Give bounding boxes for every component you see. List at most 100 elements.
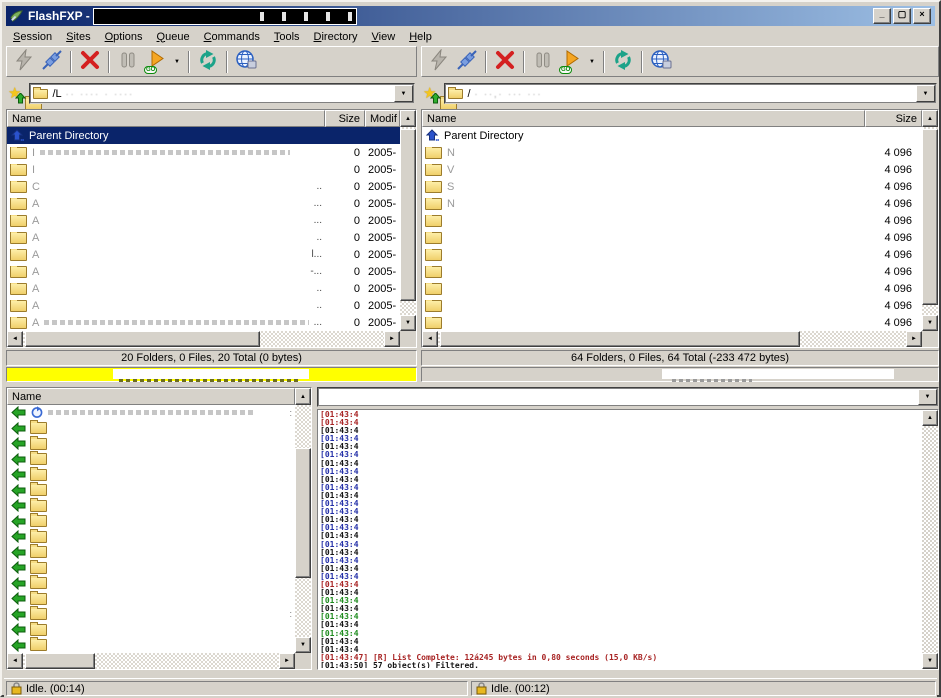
scroll-thumb[interactable] [922, 129, 938, 305]
close-button[interactable]: × [913, 8, 931, 24]
pause-button[interactable] [529, 49, 557, 75]
log-session-combobox[interactable]: ▼ [317, 387, 939, 407]
file-row[interactable]: A...02005- [7, 314, 400, 331]
scroll-thumb[interactable] [25, 331, 260, 347]
menu-options[interactable]: Options [98, 30, 150, 44]
scroll-down-button[interactable]: ▼ [400, 315, 416, 331]
transfer-go-button[interactable]: GO [557, 49, 585, 75]
menu-queue[interactable]: Queue [150, 30, 197, 44]
column-header-name[interactable]: Name [7, 110, 325, 127]
log-dropdown-button[interactable]: ▼ [918, 389, 937, 405]
file-row[interactable]: 4 096 [422, 246, 922, 263]
scroll-down-button[interactable]: ▼ [922, 653, 938, 669]
scroll-thumb[interactable] [400, 129, 416, 301]
scroll-right-button[interactable]: ► [384, 331, 400, 347]
file-row[interactable]: S4 096 [422, 178, 922, 195]
queue-row[interactable] [7, 483, 295, 499]
queue-row[interactable] [7, 560, 295, 576]
file-row[interactable]: A..02005- [7, 229, 400, 246]
file-row[interactable]: I02005- [7, 144, 400, 161]
file-row[interactable]: 4 096 [422, 229, 922, 246]
file-row[interactable]: 4 096 [422, 212, 922, 229]
path-combobox-left[interactable]: /L ·· ···· · ···· ▼ [29, 83, 415, 104]
menu-directory[interactable]: Directory [307, 30, 365, 44]
file-row[interactable]: A..02005- [7, 297, 400, 314]
file-row[interactable]: C..02005- [7, 178, 400, 195]
queue-row[interactable] [7, 545, 295, 561]
scroll-right-button[interactable]: ► [279, 653, 295, 669]
quick-connect-button[interactable] [453, 49, 481, 75]
menu-help[interactable]: Help [402, 30, 439, 44]
scroll-down-button[interactable]: ▼ [295, 637, 311, 653]
vertical-scrollbar[interactable]: ▲ ▼ [295, 388, 311, 653]
path-dropdown-button[interactable]: ▼ [394, 85, 413, 102]
horizontal-scrollbar[interactable]: ◄ ► [7, 331, 400, 347]
scroll-down-button[interactable]: ▼ [922, 315, 938, 331]
column-header-name[interactable]: Name [7, 388, 295, 405]
scroll-thumb[interactable] [440, 331, 800, 347]
scroll-left-button[interactable]: ◄ [7, 653, 23, 669]
queue-row[interactable] [7, 467, 295, 483]
queue-row[interactable] [7, 576, 295, 592]
connect-button[interactable] [10, 49, 38, 75]
scroll-left-button[interactable]: ◄ [422, 331, 438, 347]
pause-button[interactable] [114, 49, 142, 75]
file-row[interactable]: 4 096 [422, 280, 922, 297]
horizontal-scrollbar[interactable]: ◄ ► [422, 331, 922, 347]
file-row[interactable]: A..02005- [7, 280, 400, 297]
queue-row[interactable] [7, 498, 295, 514]
file-row[interactable]: 4 096 [422, 314, 922, 331]
column-header-name[interactable]: Name [422, 110, 865, 127]
abort-button[interactable] [76, 49, 104, 75]
menu-session[interactable]: Session [6, 30, 59, 44]
column-header-modified[interactable]: Modif [365, 110, 400, 127]
parent-directory-row[interactable]: Parent Directory [7, 127, 400, 144]
scroll-thumb[interactable] [295, 448, 311, 578]
queue-row[interactable] [7, 622, 295, 638]
column-header-size[interactable]: Size [325, 110, 365, 127]
file-row[interactable]: I02005- [7, 161, 400, 178]
file-row[interactable]: 4 096 [422, 297, 922, 314]
log-view[interactable]: [01:43:4[01:43:4[01:43:4[01:43:4[01:43:4… [317, 409, 939, 670]
transfer-options-dropdown[interactable]: ▼ [170, 49, 184, 75]
transfer-go-button[interactable]: GO [142, 49, 170, 75]
menu-sites[interactable]: Sites [59, 30, 97, 44]
path-dropdown-button[interactable]: ▼ [916, 85, 935, 102]
transfer-options-dropdown[interactable]: ▼ [585, 49, 599, 75]
file-row[interactable]: N4 096 [422, 144, 922, 161]
refresh-button[interactable] [609, 49, 637, 75]
file-row[interactable]: A...02005- [7, 212, 400, 229]
file-row[interactable]: A-...02005- [7, 263, 400, 280]
web-button[interactable] [647, 49, 675, 75]
web-button[interactable] [232, 49, 260, 75]
minimize-button[interactable]: _ [873, 8, 891, 24]
horizontal-scrollbar[interactable]: ◄ ► [7, 653, 295, 669]
file-row[interactable]: N4 096 [422, 195, 922, 212]
queue-row[interactable] [7, 529, 295, 545]
scroll-up-button[interactable]: ▲ [922, 110, 938, 127]
vertical-scrollbar[interactable]: ▲ ▼ [922, 410, 938, 669]
file-row[interactable]: A...02005- [7, 195, 400, 212]
menu-view[interactable]: View [365, 30, 403, 44]
maximize-button[interactable]: ▢ [893, 8, 911, 24]
vertical-scrollbar[interactable]: ▲ ▼ [400, 110, 416, 331]
file-row[interactable]: 4 096 [422, 263, 922, 280]
quick-connect-button[interactable] [38, 49, 66, 75]
connect-button[interactable] [425, 49, 453, 75]
queue-row[interactable] [7, 421, 295, 437]
queue-row[interactable] [7, 514, 295, 530]
file-row[interactable]: Al...02005- [7, 246, 400, 263]
menu-tools[interactable]: Tools [267, 30, 307, 44]
queue-row[interactable] [7, 452, 295, 468]
parent-directory-row[interactable]: Parent Directory [422, 127, 922, 144]
scroll-up-button[interactable]: ▲ [922, 410, 938, 426]
column-header-size[interactable]: Size [865, 110, 922, 127]
queue-row[interactable] [7, 638, 295, 654]
queue-row[interactable] [7, 436, 295, 452]
queue-row[interactable]: : [7, 405, 295, 421]
menu-commands[interactable]: Commands [197, 30, 267, 44]
path-combobox-right[interactable]: / · ··,· ··· ··· ▼ [444, 83, 937, 104]
abort-button[interactable] [491, 49, 519, 75]
refresh-button[interactable] [194, 49, 222, 75]
scroll-thumb[interactable] [25, 653, 95, 669]
